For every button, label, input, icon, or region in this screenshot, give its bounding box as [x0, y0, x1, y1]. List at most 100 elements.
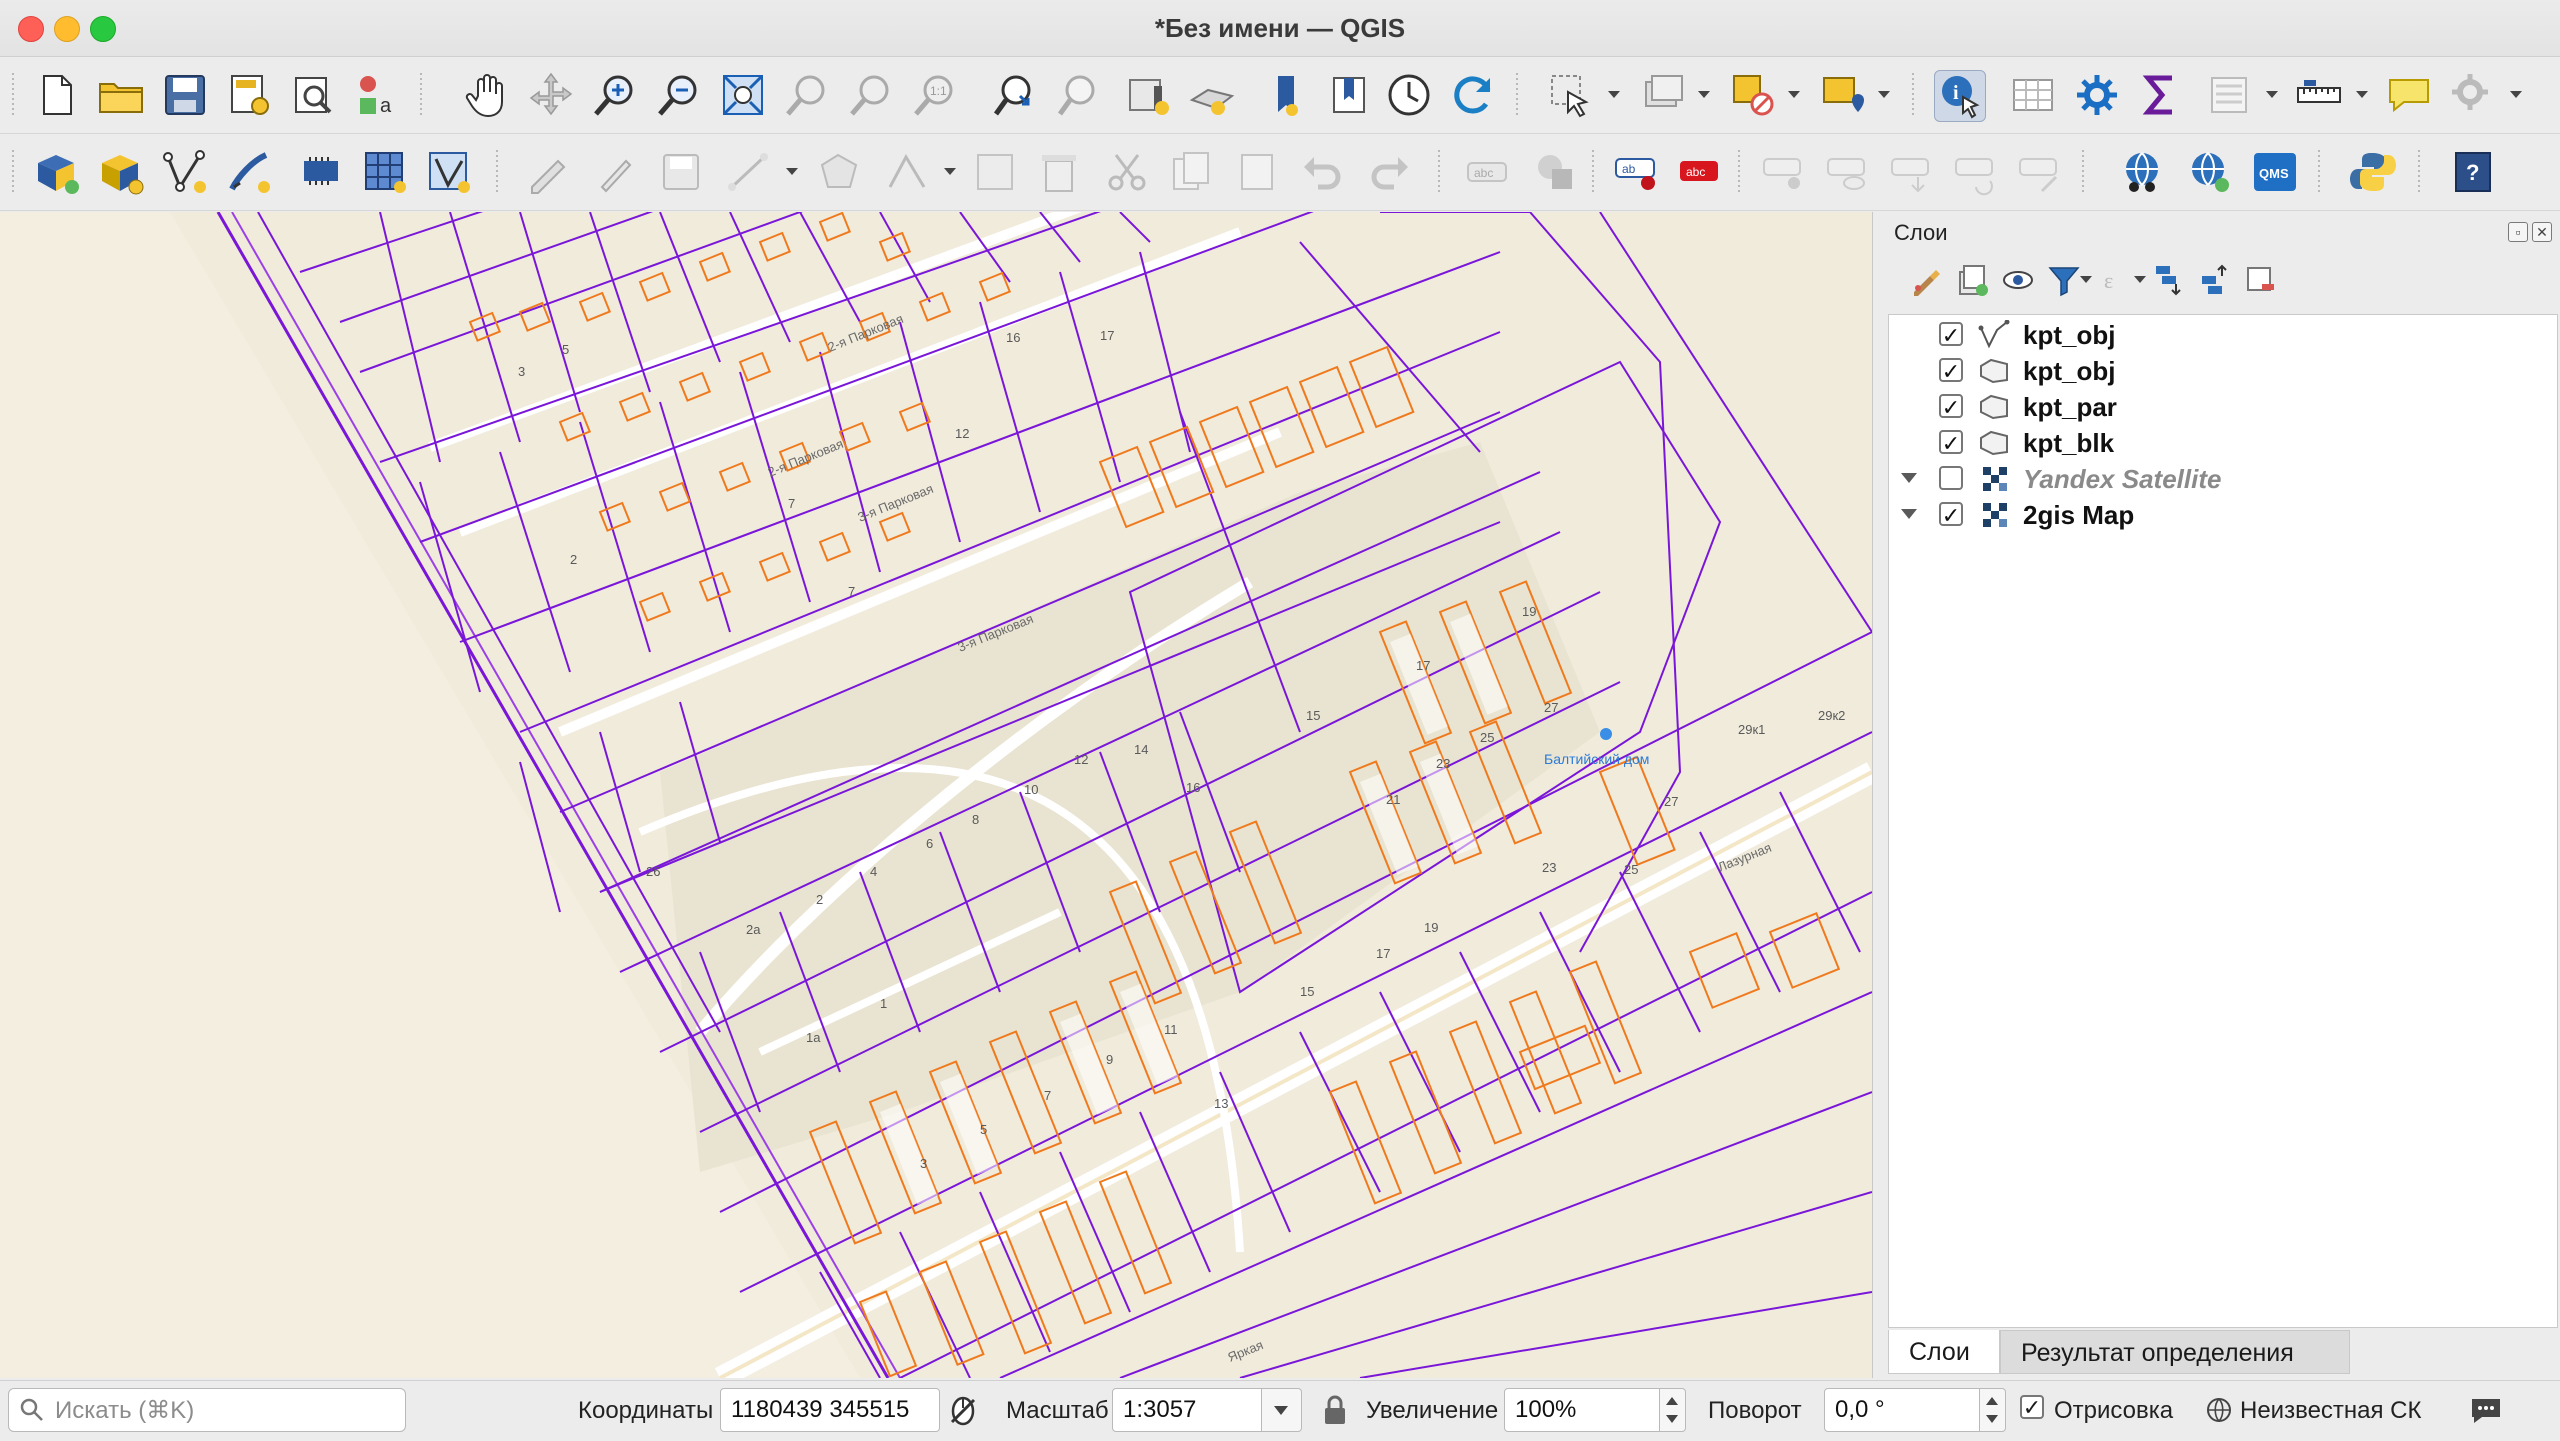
expand-layer-chevron-icon[interactable] [1901, 509, 1917, 519]
scale-dropdown-chevron-icon[interactable] [1262, 1388, 1302, 1432]
plugin-settings-icon[interactable] [2448, 70, 2498, 120]
zoom-last-icon[interactable] [990, 70, 1040, 120]
statistics-sigma-icon[interactable] [2136, 70, 2186, 120]
layer-visibility-checkbox[interactable] [1939, 466, 1963, 490]
pan-to-selection-icon[interactable] [526, 70, 576, 120]
map-tips-icon[interactable] [2384, 70, 2434, 120]
label-toolbar-icon[interactable]: abc [1462, 147, 1512, 197]
rotation-field[interactable]: 0,0 ° [1824, 1388, 1980, 1432]
layer-visibility-checkbox[interactable]: ✓ [1939, 358, 1963, 384]
collapse-all-icon[interactable] [2196, 262, 2232, 298]
toggle-extents-mouse-icon[interactable] [946, 1394, 980, 1428]
change-label-icon[interactable] [2014, 147, 2064, 197]
scale-combobox[interactable]: 1:3057 [1112, 1388, 1262, 1432]
spatial-bookmark-icon[interactable] [1262, 70, 1312, 120]
show-bookmarks-icon[interactable] [1188, 70, 1238, 120]
zoom-next-icon[interactable] [1054, 70, 1104, 120]
layer-visibility-checkbox[interactable]: ✓ [1939, 430, 1963, 456]
search-input[interactable] [53, 1395, 397, 1427]
print-layout-icon[interactable] [288, 70, 338, 120]
save-project-icon[interactable] [160, 70, 210, 120]
zoom-full-icon[interactable] [718, 70, 768, 120]
new-grid-layer-icon[interactable] [360, 147, 410, 197]
redo-icon[interactable] [1364, 147, 1414, 197]
label-pinned-icon[interactable]: ab [1610, 147, 1660, 197]
expand-all-icon[interactable] [2150, 262, 2186, 298]
delete-selected-icon[interactable] [1034, 147, 1084, 197]
toggle-editing-icon[interactable] [590, 147, 640, 197]
modify-attributes-icon[interactable] [970, 147, 1020, 197]
map-canvas[interactable]: 2-я Парковая 3-я Парковая 3-я Парковая 2… [0, 212, 1873, 1378]
label-highlight-icon[interactable]: abc [1674, 147, 1724, 197]
zoom-to-layer-icon[interactable] [846, 70, 896, 120]
manage-visibility-icon[interactable] [2000, 262, 2036, 298]
measure-icon[interactable] [2294, 70, 2344, 120]
lock-scale-icon[interactable] [1320, 1394, 1350, 1428]
field-calculator-icon[interactable] [2204, 70, 2254, 120]
float-panel-button[interactable]: ▫ [2508, 222, 2528, 242]
settings-gear-icon[interactable] [2072, 70, 2122, 120]
tab-identify-results[interactable]: Результат определения [2000, 1330, 2350, 1374]
save-edits-icon[interactable] [656, 147, 706, 197]
messages-icon[interactable] [2468, 1393, 2504, 1427]
layer-visibility-checkbox[interactable]: ✓ [1939, 394, 1963, 420]
deselect-icon[interactable] [1638, 70, 1688, 120]
python-console-icon[interactable] [2348, 147, 2398, 197]
expand-layer-chevron-icon[interactable] [1901, 473, 1917, 483]
refresh-icon[interactable] [1448, 70, 1498, 120]
copy-icon[interactable] [1166, 147, 1216, 197]
new-geopackage-icon[interactable] [32, 147, 82, 197]
quickmapservices-search-icon[interactable] [2118, 147, 2168, 197]
crs-globe-icon[interactable] [2204, 1395, 2234, 1425]
vertex-tool-icon[interactable] [882, 147, 932, 197]
rotation-spinner[interactable] [1980, 1388, 2006, 1432]
add-polygon-icon[interactable] [814, 147, 864, 197]
layer-row-kpt-blk[interactable]: ✓ kpt_blk [1889, 425, 2549, 461]
temporal-controller-icon[interactable] [1384, 70, 1434, 120]
layer-row-yandex-satellite[interactable]: Yandex Satellite [1889, 461, 2549, 497]
save-as-icon[interactable] [224, 70, 274, 120]
new-virtual-layer-icon[interactable] [424, 147, 474, 197]
help-icon[interactable]: ? [2448, 147, 2498, 197]
new-mesh-layer-icon[interactable] [296, 147, 346, 197]
identify-features-icon[interactable]: i [1934, 70, 1986, 122]
digitize-icon[interactable] [724, 147, 774, 197]
layer-row-kpt-obj-polygons[interactable]: ✓ kpt_obj [1889, 353, 2549, 389]
crs-label[interactable]: Неизвестная СК [2240, 1397, 2422, 1425]
quickmapservices-add-icon[interactable] [2184, 147, 2234, 197]
add-group-icon[interactable] [1954, 262, 1990, 298]
open-styling-icon[interactable] [1908, 262, 1944, 298]
zoom-to-selection-icon[interactable] [782, 70, 832, 120]
new-shapefile-icon[interactable] [96, 147, 146, 197]
magnifier-field[interactable]: 100% [1504, 1388, 1660, 1432]
render-checkbox[interactable]: ✓ [2020, 1395, 2044, 1419]
coordinates-field[interactable]: 1180439 345515 [720, 1388, 940, 1432]
locator-search-box[interactable] [8, 1388, 406, 1432]
rotate-label-icon[interactable] [1950, 147, 2000, 197]
layer-visibility-checkbox[interactable]: ✓ [1939, 502, 1963, 528]
new-temporary-layer-icon[interactable] [224, 147, 274, 197]
open-project-icon[interactable] [96, 70, 146, 120]
pin-label-icon[interactable] [1758, 147, 1808, 197]
tab-layers[interactable]: Слои [1888, 1330, 2000, 1374]
style-manager-icon[interactable]: a [352, 70, 402, 120]
zoom-out-icon[interactable] [654, 70, 704, 120]
new-vertex-layer-icon[interactable] [160, 147, 210, 197]
zoom-native-icon[interactable]: 1:1 [910, 70, 960, 120]
qms-icon[interactable]: QMS [2250, 147, 2300, 197]
magnifier-spinner[interactable] [1660, 1388, 1686, 1432]
new-project-icon[interactable] [32, 70, 82, 120]
select-features-icon[interactable] [1546, 70, 1596, 120]
filter-legend-icon[interactable] [2046, 262, 2082, 298]
attribute-table-icon[interactable] [2008, 70, 2058, 120]
close-panel-button[interactable]: ✕ [2532, 222, 2552, 242]
move-label-icon[interactable] [1886, 147, 1936, 197]
layer-row-kpt-obj-lines[interactable]: ✓ kpt_obj [1889, 317, 2549, 353]
layer-diagram-icon[interactable] [1530, 147, 1580, 197]
pan-hand-icon[interactable] [462, 70, 512, 120]
select-by-location-icon[interactable] [1818, 70, 1868, 120]
deselect-all-icon[interactable] [1728, 70, 1778, 120]
current-edits-icon[interactable] [522, 147, 572, 197]
paste-icon[interactable] [1232, 147, 1282, 197]
layer-visibility-checkbox[interactable]: ✓ [1939, 322, 1963, 348]
